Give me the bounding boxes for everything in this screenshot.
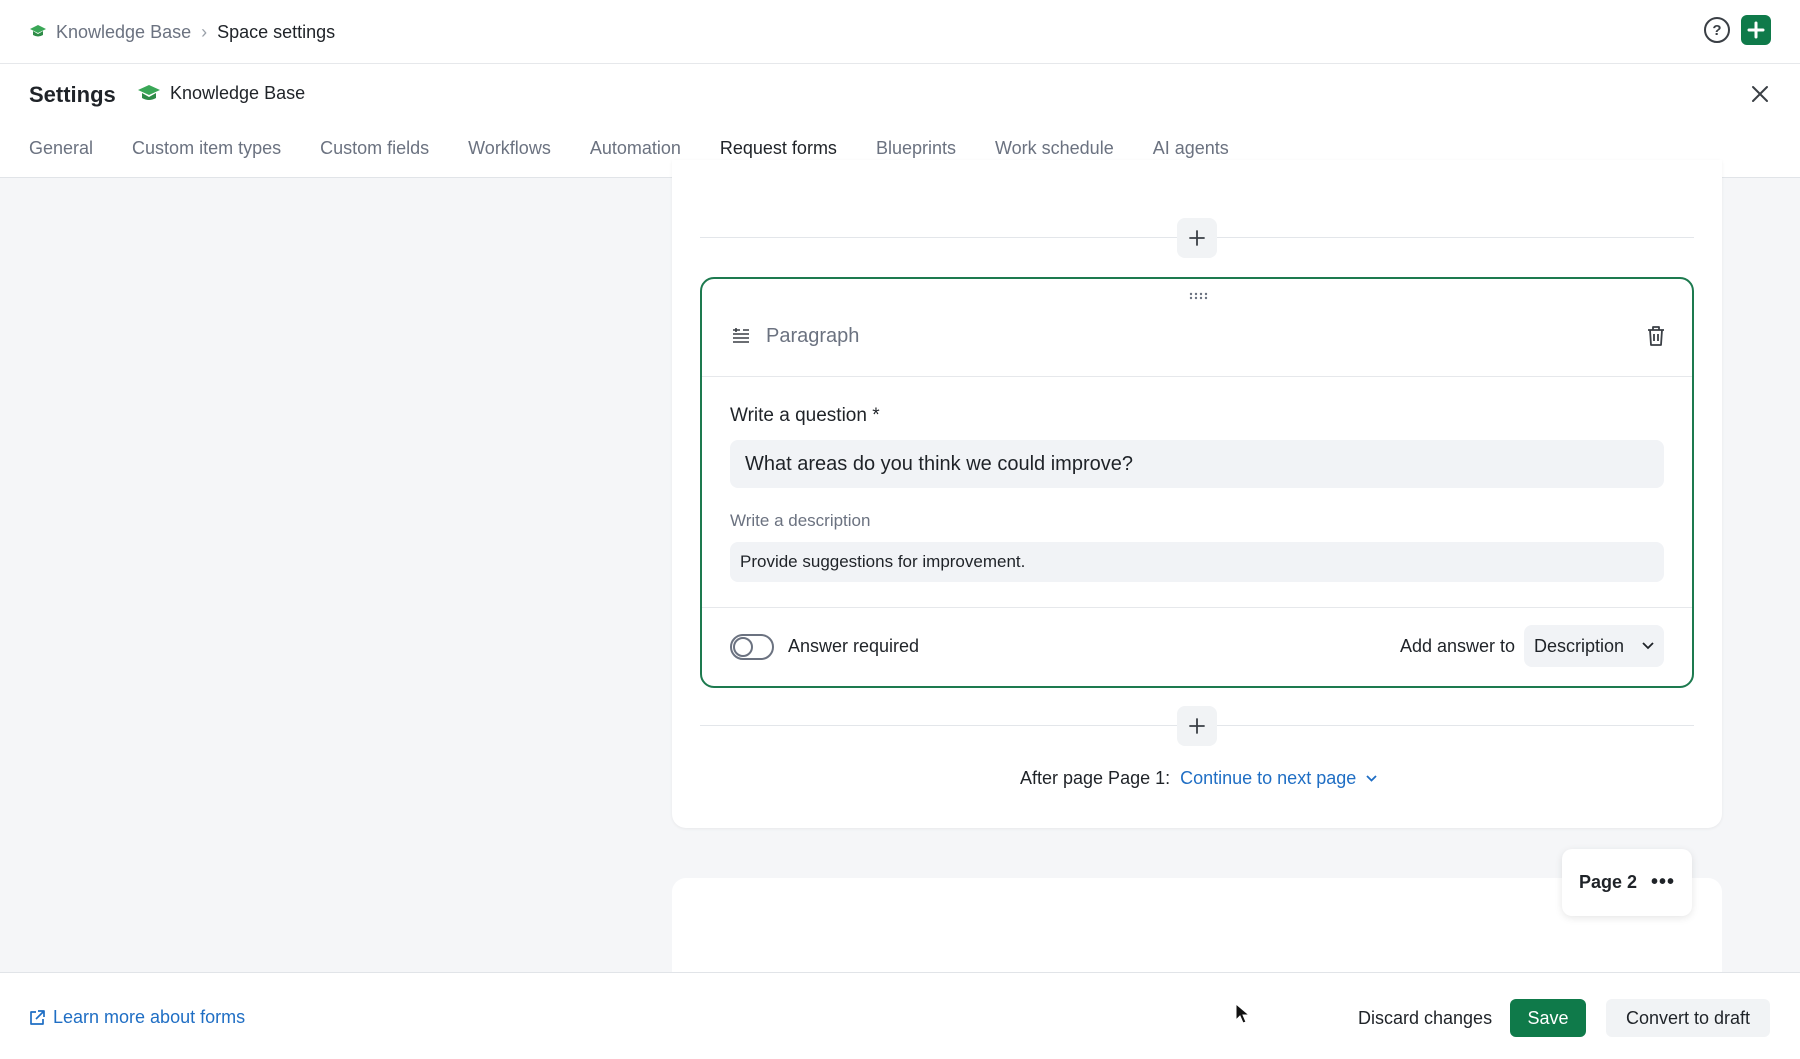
question-label: Write a question * [730, 405, 880, 426]
chevron-down-icon [1642, 642, 1654, 650]
top-bar: Knowledge Base › Space settings ? [0, 0, 1800, 64]
graduation-cap-icon [30, 25, 46, 37]
breadcrumb-space-settings: Space settings [217, 21, 336, 42]
add-answer-select[interactable]: Description [1524, 625, 1664, 667]
learn-more-label: Learn more about forms [53, 1007, 246, 1027]
question-input[interactable]: What areas do you think we could improve… [730, 440, 1664, 488]
mouse-cursor-icon [1235, 1003, 1251, 1024]
tab-custom-fields[interactable]: Custom fields [320, 138, 429, 178]
block-footer-divider [702, 607, 1692, 608]
after-page-label: After page Page 1: [1020, 768, 1171, 788]
page-flow-select[interactable]: Continue to next page [1180, 768, 1377, 789]
plus-icon [1189, 718, 1205, 734]
tab-workflows[interactable]: Workflows [468, 138, 551, 178]
add-block-button[interactable] [1177, 218, 1217, 258]
description-label: Write a description [730, 511, 871, 530]
more-icon[interactable]: ••• [1651, 871, 1675, 894]
graduation-cap-icon [138, 84, 160, 100]
convert-to-draft-button[interactable]: Convert to draft [1606, 999, 1770, 1037]
breadcrumb-knowledge-base[interactable]: Knowledge Base [56, 22, 191, 43]
save-button[interactable]: Save [1510, 999, 1586, 1037]
plus-icon [1189, 230, 1205, 246]
tab-automation[interactable]: Automation [590, 138, 681, 178]
learn-more-link[interactable]: Learn more about forms [29, 1007, 245, 1028]
page-flow-row: After page Page 1: Continue to next page [1020, 768, 1377, 789]
help-icon[interactable]: ? [1704, 17, 1730, 43]
answer-required-label: Answer required [788, 636, 920, 656]
external-link-icon [30, 1009, 45, 1025]
plus-icon [1747, 21, 1765, 39]
answer-required-toggle[interactable] [730, 634, 774, 660]
block-header: Paragraph [702, 279, 1692, 377]
chevron-right-icon: › [201, 21, 208, 42]
space-name: Knowledge Base [170, 83, 306, 103]
create-button[interactable] [1741, 15, 1771, 45]
page-2-label: Page 2 [1578, 872, 1638, 892]
page-flow-value: Continue to next page [1180, 768, 1357, 788]
close-icon[interactable] [1748, 82, 1772, 106]
page-title: Settings [29, 82, 116, 107]
trash-icon[interactable] [1646, 325, 1666, 347]
paragraph-icon [733, 328, 749, 343]
chevron-down-icon [1366, 775, 1377, 782]
add-block-button[interactable] [1177, 706, 1217, 746]
page-2-chip[interactable]: Page 2 ••• [1562, 849, 1692, 916]
discard-changes-button[interactable]: Discard changes [1344, 999, 1506, 1037]
add-answer-label: Add answer to [1400, 636, 1516, 656]
add-block-divider-top [700, 218, 1694, 258]
description-input[interactable]: Provide suggestions for improvement. [730, 542, 1664, 582]
space-chip: Knowledge Base [138, 83, 305, 104]
breadcrumb: Knowledge Base › Space settings [30, 19, 335, 45]
bottom-bar: Learn more about forms Discard changes S… [0, 972, 1800, 1059]
paragraph-block[interactable]: Paragraph Write a question * What areas … [700, 277, 1694, 688]
tab-general[interactable]: General [29, 138, 93, 178]
block-type-label: Paragraph [766, 325, 860, 347]
tab-custom-item-types[interactable]: Custom item types [132, 138, 281, 178]
add-answer-value: Description [1534, 635, 1625, 656]
add-block-divider-bottom [700, 706, 1694, 746]
